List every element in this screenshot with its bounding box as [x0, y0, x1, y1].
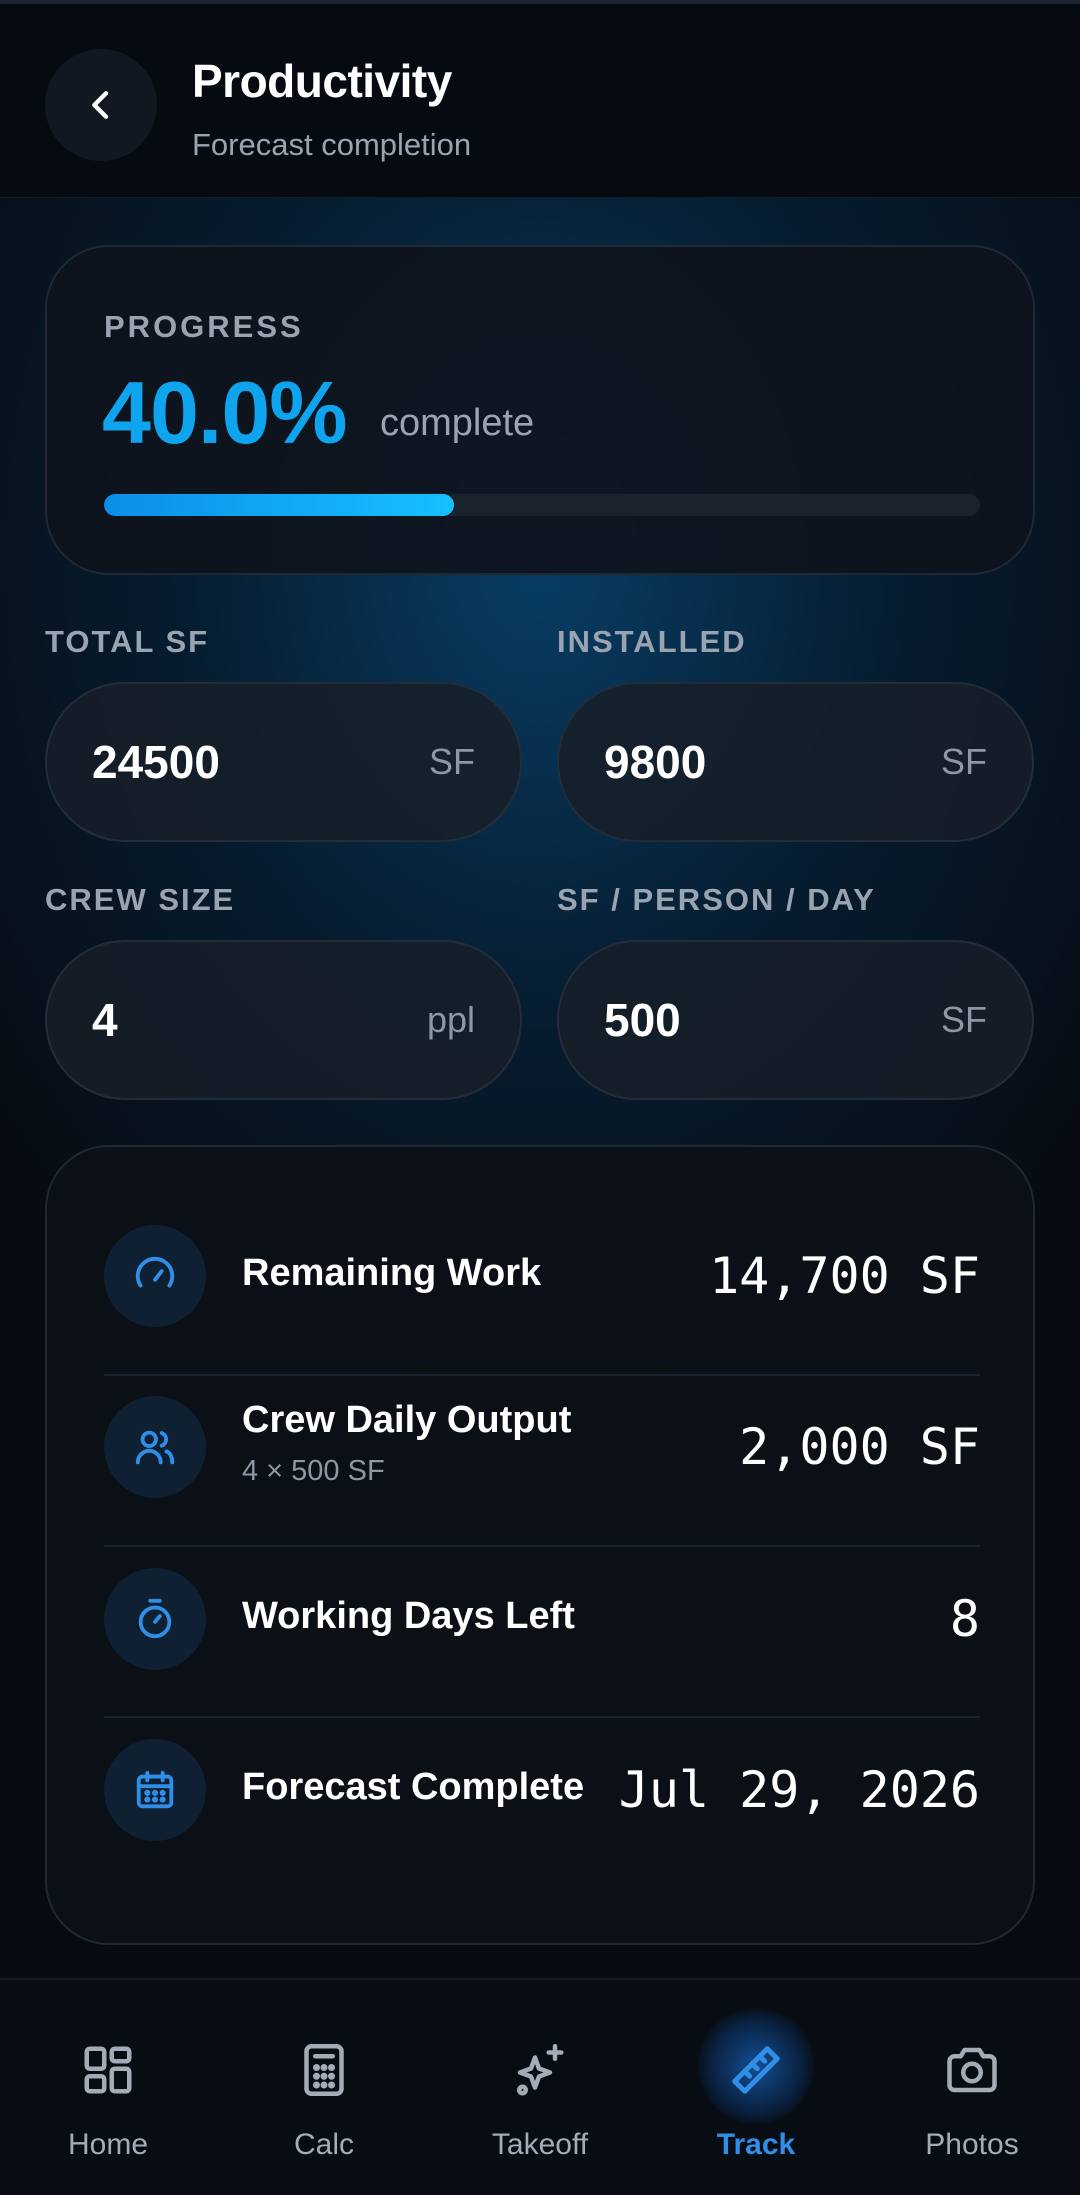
row-value: 8	[949, 1589, 980, 1648]
nav-item-track[interactable]: Track	[648, 1980, 864, 2195]
nav-label: Calc	[293, 2128, 354, 2161]
installed-value[interactable]: 9800	[604, 735, 706, 789]
progress-suffix: complete	[380, 402, 535, 444]
installed-field[interactable]: 9800 SF	[557, 682, 1034, 842]
sf-per-person-day-field[interactable]: 500 SF	[557, 940, 1034, 1100]
nav-label: Track	[716, 2128, 796, 2161]
app-header: Productivity Forecast completion	[0, 0, 1080, 198]
total-sf-unit: SF	[428, 741, 475, 782]
sparkles-icon	[517, 2044, 564, 2096]
back-button[interactable]	[45, 49, 157, 161]
row-label: Remaining Work	[242, 1252, 542, 1294]
ruler-icon	[732, 2046, 780, 2094]
nav-item-photos[interactable]: Photos	[864, 1980, 1080, 2195]
total-sf-label: TOTAL SF	[45, 624, 210, 659]
row-label: Forecast Complete	[242, 1766, 585, 1808]
bottom-navigation: Home Calc Takeoff Track Photos	[0, 1978, 1080, 2195]
nav-label: Takeoff	[491, 2128, 589, 2161]
row-value: 2,000 SF	[739, 1417, 980, 1476]
result-row-remaining-work: Remaining Work 14,700 SF	[104, 1190, 980, 1361]
results-card: Remaining Work 14,700 SF Crew Daily Outp…	[45, 1145, 1035, 1945]
calendar-icon	[136, 1770, 174, 1808]
progress-bar-fill	[104, 494, 455, 516]
progress-label: PROGRESS	[104, 309, 304, 344]
progress-percent: 40.0%	[102, 363, 348, 462]
installed-label: INSTALLED	[557, 624, 747, 659]
calculator-icon	[304, 2044, 344, 2096]
crew-size-label: CREW SIZE	[45, 882, 236, 917]
sf-per-person-day-label: SF / PERSON / DAY	[557, 882, 876, 917]
sf-per-person-day-value[interactable]: 500	[604, 993, 681, 1047]
page-subtitle: Forecast completion	[192, 127, 472, 162]
nav-item-home[interactable]: Home	[0, 1980, 216, 2195]
crew-size-unit: ppl	[426, 999, 475, 1040]
timer-icon	[138, 1598, 172, 1638]
row-sublabel: 4 × 500 SF	[242, 1455, 385, 1487]
crew-size-value[interactable]: 4	[92, 993, 118, 1047]
sf-per-person-day-unit: SF	[940, 999, 987, 1040]
row-value: 14,700 SF	[709, 1246, 980, 1305]
result-row-crew-daily-output: Crew Daily Output 4 × 500 SF 2,000 SF	[104, 1361, 980, 1532]
row-value: Jul 29, 2026	[618, 1760, 980, 1819]
nav-label: Photos	[925, 2128, 1019, 2161]
camera-icon	[947, 2047, 997, 2093]
result-row-working-days-left: Working Days Left 8	[104, 1533, 980, 1704]
page-title: Productivity	[192, 55, 452, 107]
row-label: Crew Daily Output	[242, 1399, 572, 1441]
nav-item-takeoff[interactable]: Takeoff	[432, 1980, 648, 2195]
result-row-forecast-complete: Forecast Complete Jul 29, 2026	[104, 1704, 980, 1875]
total-sf-value[interactable]: 24500	[92, 735, 220, 789]
users-icon	[135, 1430, 175, 1464]
total-sf-field[interactable]: 24500 SF	[45, 682, 522, 842]
row-label: Working Days Left	[242, 1595, 575, 1637]
progress-bar	[104, 494, 980, 516]
gauge-icon	[135, 1256, 175, 1287]
nav-item-calc[interactable]: Calc	[216, 1980, 432, 2195]
progress-card: PROGRESS 40.0% complete	[45, 245, 1035, 575]
chevron-left-icon	[92, 91, 109, 119]
crew-size-field[interactable]: 4 ppl	[45, 940, 522, 1100]
grid-icon	[84, 2046, 132, 2094]
installed-unit: SF	[940, 741, 987, 782]
nav-label: Home	[67, 2128, 149, 2161]
